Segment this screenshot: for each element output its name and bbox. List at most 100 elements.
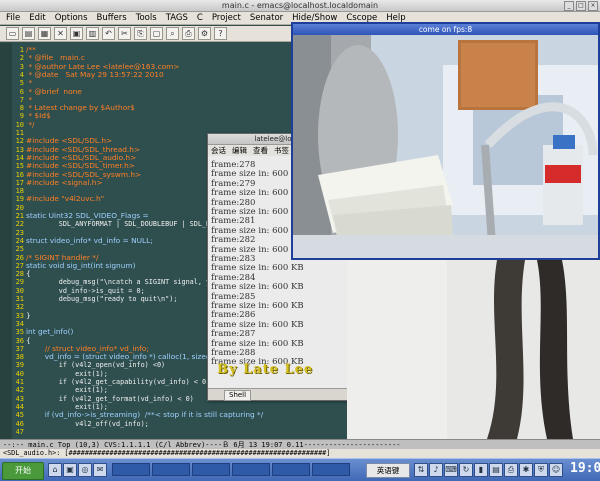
update-icon[interactable]: ↻ <box>459 463 473 477</box>
save-as-icon[interactable]: ▥ <box>86 27 99 40</box>
task-button[interactable] <box>272 463 310 476</box>
new-file-icon[interactable]: ▭ <box>6 27 19 40</box>
security-icon[interactable]: ⛨ <box>534 463 548 477</box>
terminal-menu-item[interactable]: 查看 <box>253 145 268 156</box>
print-icon[interactable]: ⎙ <box>182 27 195 40</box>
terminal-icon[interactable]: ▣ <box>63 463 77 477</box>
line-number: 4 <box>19 70 24 79</box>
start-button[interactable]: 开始 <box>2 462 44 480</box>
battery-icon[interactable]: ▮ <box>474 463 488 477</box>
code-line[interactable]: if (v4l2_get_format(vd_info) < 0) <box>26 395 194 403</box>
code-line[interactable]: if (v4l2_open(vd_info) <0) <box>26 361 165 369</box>
code-line[interactable]: vd_info->is_quit = 0; <box>26 287 145 295</box>
line-number: 14 <box>15 153 24 162</box>
line-number: 46 <box>15 419 24 428</box>
menu-item-c[interactable]: C <box>197 12 203 24</box>
mail-icon[interactable]: ✉ <box>93 463 107 477</box>
menu-item-tags[interactable]: TAGS <box>166 12 188 24</box>
task-button[interactable] <box>192 463 230 476</box>
menu-item-senator[interactable]: Senator <box>250 12 283 24</box>
terminal-menu-item[interactable]: 编辑 <box>232 145 247 156</box>
line-number: 19 <box>15 195 24 204</box>
line-number: 28 <box>15 270 24 279</box>
copy-icon[interactable]: ⎘ <box>134 27 147 40</box>
open-file-icon[interactable]: ▤ <box>22 27 35 40</box>
volume-icon[interactable]: ♪ <box>429 463 443 477</box>
input-method-indicator[interactable]: 英语键 <box>366 463 410 478</box>
menu-item-tools[interactable]: Tools <box>136 12 157 24</box>
menu-item-options[interactable]: Options <box>55 12 88 24</box>
code-line[interactable]: #include <signal.h> <box>26 178 103 187</box>
camera-window[interactable]: come on fps:8 <box>291 22 600 260</box>
terminal-menu-item[interactable]: 会话 <box>211 145 226 156</box>
paste-icon[interactable]: ▢ <box>150 27 163 40</box>
bluetooth-icon[interactable]: ✱ <box>519 463 533 477</box>
camera-title-bar[interactable]: come on fps:8 <box>293 24 598 35</box>
code-line[interactable]: #include "v4l2uvc.h" <box>26 195 104 204</box>
line-number: 23 <box>15 228 24 237</box>
network-icon[interactable]: ⇅ <box>414 463 428 477</box>
code-line[interactable]: static void sig_int(int signum) <box>26 261 135 270</box>
terminal-menu-item[interactable]: 书签 <box>274 145 289 156</box>
close-icon[interactable]: ✕ <box>54 27 67 40</box>
line-number: 8 <box>19 104 24 113</box>
printer-icon[interactable]: ⎙ <box>504 463 518 477</box>
line-number: 44 <box>15 402 24 411</box>
line-number: 30 <box>15 286 24 295</box>
line-number: 39 <box>15 361 24 370</box>
code-line[interactable]: debug_msg("ready to quit\n"); <box>26 295 178 303</box>
help-icon[interactable]: ? <box>214 27 227 40</box>
line-number: 3 <box>19 62 24 71</box>
camera-video-frame <box>293 35 598 258</box>
line-number: 15 <box>15 162 24 171</box>
undo-icon[interactable]: ↶ <box>102 27 115 40</box>
line-number: 38 <box>15 353 24 362</box>
minimize-icon[interactable]: _ <box>564 1 574 11</box>
menu-item-buffers[interactable]: Buffers <box>97 12 127 24</box>
close-icon[interactable]: × <box>588 1 598 11</box>
code-line[interactable]: struct video_info* vd_info = NULL; <box>26 236 153 245</box>
menu-item-project[interactable]: Project <box>212 12 241 24</box>
task-button[interactable] <box>232 463 270 476</box>
task-button[interactable] <box>152 463 190 476</box>
search-icon[interactable]: ⌕ <box>166 27 179 40</box>
code-line[interactable]: exit(1); <box>26 370 108 378</box>
code-line[interactable]: * @brief none <box>26 87 82 96</box>
minibuffer[interactable]: <SDL_audio.h>: [########################… <box>0 449 600 458</box>
code-line[interactable]: } <box>26 311 31 320</box>
save-icon[interactable]: ▣ <box>70 27 83 40</box>
code-line[interactable]: v4l2_off(vd_info); <box>26 420 149 428</box>
tab-shell[interactable]: Shell <box>224 390 252 401</box>
open-dir-icon[interactable]: ▦ <box>38 27 51 40</box>
customize-icon[interactable]: ⚙ <box>198 27 211 40</box>
chat-icon[interactable]: ☺ <box>549 463 563 477</box>
code-line[interactable]: * @date Sat May 29 13:57:22 2010 <box>26 70 163 79</box>
line-number: 21 <box>15 212 24 220</box>
code-line[interactable]: if (vd_info->is_streaming) /**< stop if … <box>26 410 263 419</box>
code-line[interactable]: int get_info() <box>26 327 73 336</box>
clock[interactable]: 19:07 <box>570 461 600 476</box>
menu-item-file[interactable]: File <box>6 12 20 24</box>
display-icon[interactable]: ▤ <box>489 463 503 477</box>
line-number: 36 <box>15 336 24 345</box>
browser-icon[interactable]: ◎ <box>78 463 92 477</box>
line-number: 1 <box>19 46 24 54</box>
line-number: 7 <box>19 95 24 104</box>
line-number: 20 <box>15 203 24 212</box>
code-line[interactable]: if (v4l2_get_capability(vd_info) < 0) <box>26 378 210 386</box>
task-button[interactable] <box>112 463 150 476</box>
code-line[interactable]: { <box>26 269 31 278</box>
maximize-icon[interactable]: □ <box>576 1 586 11</box>
line-number: 37 <box>15 344 24 353</box>
code-line[interactable]: vd_info = (struct video_info *) calloc(1… <box>26 352 213 361</box>
menu-item-edit[interactable]: Edit <box>29 12 45 24</box>
code-line[interactable]: */ <box>26 120 34 129</box>
keyboard-icon[interactable]: ⌨ <box>444 463 458 477</box>
home-icon[interactable]: ⌂ <box>48 463 62 477</box>
code-line[interactable]: exit(1); <box>26 386 108 394</box>
code-line[interactable]: static Uint32 SDL_VIDEO_Flags = <box>26 211 149 220</box>
task-button[interactable] <box>312 463 350 476</box>
line-number: 47 <box>15 427 24 436</box>
cut-icon[interactable]: ✂ <box>118 27 131 40</box>
line-number: 11 <box>15 129 24 137</box>
